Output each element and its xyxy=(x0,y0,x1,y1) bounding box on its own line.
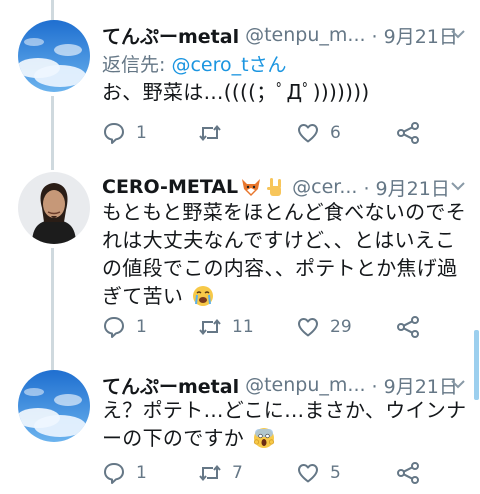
tweet-actions: 1 6 xyxy=(100,118,440,148)
avatar[interactable] xyxy=(18,370,90,442)
scrollbar[interactable] xyxy=(474,330,479,400)
user-handle[interactable]: @tenpu_m... xyxy=(245,374,365,396)
retweet-icon xyxy=(199,318,221,336)
loudly-crying-face-emoji-icon xyxy=(192,286,213,306)
reply-label: 返信先: xyxy=(102,54,166,76)
reply-count: 1 xyxy=(136,123,147,143)
tweet-date[interactable]: · 9月21日 xyxy=(372,22,458,49)
chevron-down-icon[interactable] xyxy=(448,374,468,394)
retweet-button[interactable] xyxy=(198,118,232,148)
like-button[interactable]: 6 xyxy=(296,118,341,148)
sky-avatar-image xyxy=(18,20,90,92)
mention-link[interactable]: @cero_tさん xyxy=(171,54,286,76)
reply-count: 1 xyxy=(136,463,147,483)
tweet-text: もともと野菜をほとんど食べないのでそれは大丈夫なんですけど、、とはいえこの値段で… xyxy=(102,198,468,310)
tweet-text-content: え？ポテト…どこに…まさか、ウインナーの下のですか xyxy=(102,398,467,450)
screaming-face-emoji-icon xyxy=(253,428,274,448)
share-icon xyxy=(397,122,419,144)
heart-icon xyxy=(298,124,318,143)
retweet-button[interactable]: 7 xyxy=(198,458,243,488)
avatar[interactable] xyxy=(18,172,90,244)
reply-icon xyxy=(104,123,124,144)
tweet-text-content: もともと野菜をほとんど食べないのでそれは大丈夫なんですけど、、とはいえこの値段で… xyxy=(102,200,466,308)
reply-button[interactable]: 1 xyxy=(102,118,147,148)
share-button[interactable] xyxy=(396,118,420,148)
chevron-down-icon[interactable] xyxy=(448,24,468,44)
reply-button[interactable]: 1 xyxy=(102,458,147,488)
tweet-text: え？ポテト…どこに…まさか、ウインナーの下のですか xyxy=(102,396,468,452)
heart-icon xyxy=(298,318,318,337)
like-button[interactable]: 29 xyxy=(296,312,352,342)
retweet-icon xyxy=(199,464,221,482)
tweet[interactable]: てんぷーmetal @tenpu_m... · 9月21日 返信先: @cero… xyxy=(0,20,480,170)
share-button[interactable] xyxy=(396,312,420,342)
retweet-count: 11 xyxy=(232,317,254,337)
like-button[interactable]: 5 xyxy=(296,458,341,488)
user-handle[interactable]: @cer... xyxy=(292,176,357,198)
tweet-header: てんぷーmetal @tenpu_m... · 9月21日 xyxy=(102,20,468,50)
share-icon xyxy=(397,316,419,338)
share-icon xyxy=(397,462,419,484)
like-count: 6 xyxy=(330,123,341,143)
reply-count: 1 xyxy=(136,317,147,337)
display-name[interactable]: てんぷーmetal xyxy=(102,22,239,49)
display-name[interactable]: てんぷーmetal xyxy=(102,372,239,399)
tweet[interactable]: CERO-METAL @cer... · 9月21日 もともと野菜をほとんど食べ… xyxy=(0,172,480,352)
retweet-count: 7 xyxy=(232,463,243,483)
user-handle[interactable]: @tenpu_m... xyxy=(245,24,365,46)
tweet-actions: 1 7 5 xyxy=(100,458,440,488)
fox-emoji-icon xyxy=(242,179,261,196)
thread-line xyxy=(51,0,54,20)
reply-icon xyxy=(104,317,124,338)
reply-context: 返信先: @cero_tさん xyxy=(102,50,287,77)
tweet-date[interactable]: · 9月21日 xyxy=(363,174,449,201)
retweet-button[interactable]: 11 xyxy=(198,312,254,342)
display-name[interactable]: CERO-METAL xyxy=(102,176,238,198)
like-count: 5 xyxy=(330,463,341,483)
like-count: 29 xyxy=(330,317,352,337)
sky-avatar-image xyxy=(18,370,90,442)
tweet[interactable]: てんぷーmetal @tenpu_m... · 9月21日 え？ポテト…どこに…… xyxy=(0,370,480,494)
avatar[interactable] xyxy=(18,20,90,92)
tweet-text: お、野菜は…((((；ﾟДﾟ))))))) xyxy=(102,80,370,104)
reply-icon xyxy=(104,463,124,484)
retweet-icon xyxy=(199,124,221,142)
rock-hand-emoji-icon xyxy=(267,178,282,196)
share-button[interactable] xyxy=(396,458,420,488)
tweet-actions: 1 11 29 xyxy=(100,312,440,342)
chevron-down-icon[interactable] xyxy=(448,176,468,196)
tweet-date[interactable]: · 9月21日 xyxy=(372,372,458,399)
reply-button[interactable]: 1 xyxy=(102,312,147,342)
person-avatar-image xyxy=(18,172,90,244)
heart-icon xyxy=(298,464,318,483)
